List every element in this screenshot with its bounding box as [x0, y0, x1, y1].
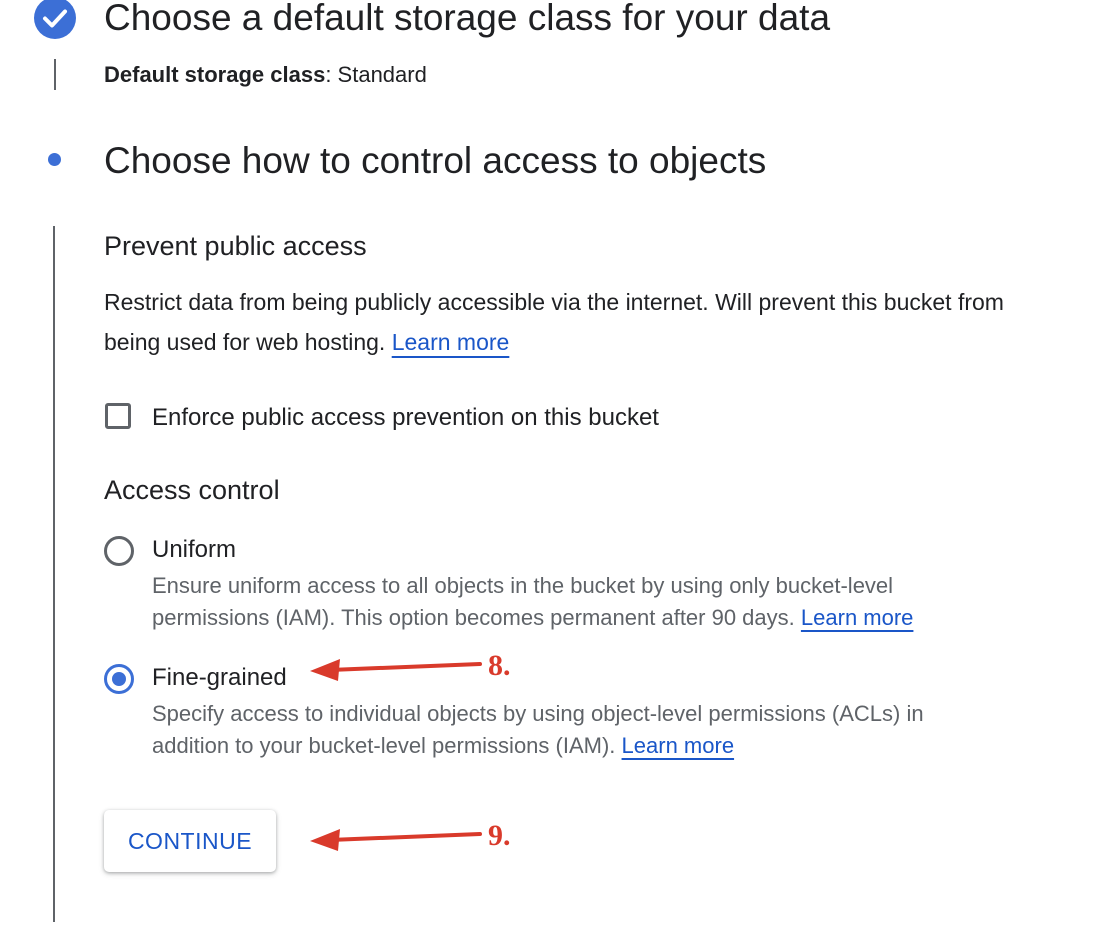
step1-summary: Default storage class: Standard — [104, 61, 427, 89]
fine-grained-desc-text: addition to your bucket-level permission… — [152, 733, 616, 758]
learn-more-link-public-access[interactable]: Learn more — [392, 329, 510, 355]
annotation-arrow-9-icon — [310, 829, 482, 851]
prevent-public-access-heading: Prevent public access — [104, 231, 367, 261]
fine-grained-label[interactable]: Fine-grained — [152, 662, 287, 694]
learn-more-link-uniform[interactable]: Learn more — [801, 605, 914, 630]
annotation-arrow-8-icon — [310, 659, 482, 681]
continue-button[interactable]: CONTINUE — [104, 810, 276, 872]
uniform-desc-text: permissions (IAM). This option becomes p… — [152, 605, 795, 630]
annotation-label-9: 9. — [488, 819, 511, 852]
fine-grained-description-line2: addition to your bucket-level permission… — [152, 730, 734, 762]
radio-selected-dot — [112, 672, 126, 686]
active-step-dot-icon — [48, 153, 61, 166]
fine-grained-radio[interactable] — [104, 664, 134, 694]
uniform-label[interactable]: Uniform — [152, 534, 236, 566]
prevent-public-access-description: Restrict data from being publicly access… — [104, 282, 1004, 362]
enforce-public-access-label[interactable]: Enforce public access prevention on this… — [152, 401, 659, 435]
fine-grained-description-line1: Specify access to individual objects by … — [152, 701, 924, 726]
summary-key: Default storage class — [104, 62, 326, 87]
description-text: Restrict data from being publicly access… — [104, 289, 1004, 355]
annotation-label-8: 8. — [488, 649, 511, 682]
summary-value: Standard — [337, 62, 427, 87]
completed-check-icon — [34, 0, 76, 39]
step2-connector-line — [53, 226, 55, 922]
learn-more-link-fine-grained[interactable]: Learn more — [622, 733, 735, 758]
uniform-description-line2: permissions (IAM). This option becomes p… — [152, 602, 913, 634]
uniform-radio[interactable] — [104, 536, 134, 566]
uniform-description-line1: Ensure uniform access to all objects in … — [152, 573, 894, 598]
step1-connector-line — [54, 59, 56, 90]
enforce-public-access-checkbox[interactable] — [105, 403, 131, 429]
step2-title: Choose how to control access to objects — [104, 140, 767, 181]
step1-title[interactable]: Choose a default storage class for your … — [104, 0, 830, 42]
access-control-heading: Access control — [104, 475, 280, 505]
summary-separator: : — [325, 62, 338, 87]
